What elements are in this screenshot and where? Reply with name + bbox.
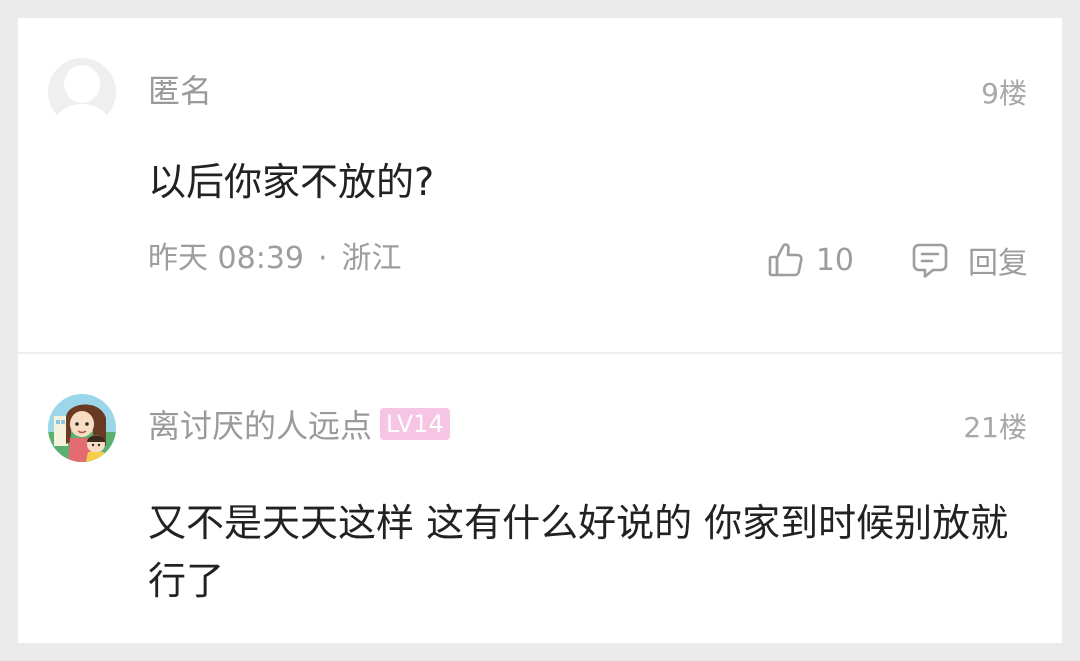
like-button[interactable]: 10	[766, 240, 854, 280]
floor-number: 21楼	[963, 411, 1027, 444]
comment-meta: 昨天 08:39 · 浙江	[148, 239, 402, 279]
comment-username-text: 离讨厌的人远点	[148, 407, 373, 445]
comment-time: 昨天 08:39	[148, 241, 304, 276]
comment-text: 以后你家不放的?	[148, 160, 435, 204]
like-count: 10	[815, 242, 854, 278]
reply-button[interactable]: 回复	[910, 238, 1028, 282]
comment-username[interactable]: 离讨厌的人远点 LV14	[148, 406, 450, 446]
floor-number: 9楼	[981, 77, 1027, 110]
reply-label: 回复	[968, 246, 1028, 281]
comment-bubble-icon	[910, 240, 950, 280]
anonymous-user-icon[interactable]	[48, 58, 116, 126]
comment-location: 浙江	[341, 241, 402, 276]
comment-actions: 10 回复	[766, 238, 1028, 282]
cartoon-avatar[interactable]	[48, 394, 116, 462]
comment-username[interactable]: 匿名	[148, 71, 212, 111]
comment-list: 匿名 9楼 以后你家不放的? 昨天 08:39 · 浙江 10 回复 离讨厌的人…	[18, 18, 1062, 643]
thumbs-up-icon	[766, 240, 806, 280]
comment-item: 匿名 9楼 以后你家不放的? 昨天 08:39 · 浙江 10 回复	[18, 18, 1062, 352]
comment-text: 又不是天天这样 这有什么好说的 你家到时候别放就行了	[148, 501, 1009, 603]
meta-separator: ·	[318, 241, 328, 276]
comment-item: 离讨厌的人远点 LV14 21楼 又不是天天这样 这有什么好说的 你家到时候别放就…	[18, 354, 1062, 643]
level-badge: LV14	[380, 408, 450, 440]
